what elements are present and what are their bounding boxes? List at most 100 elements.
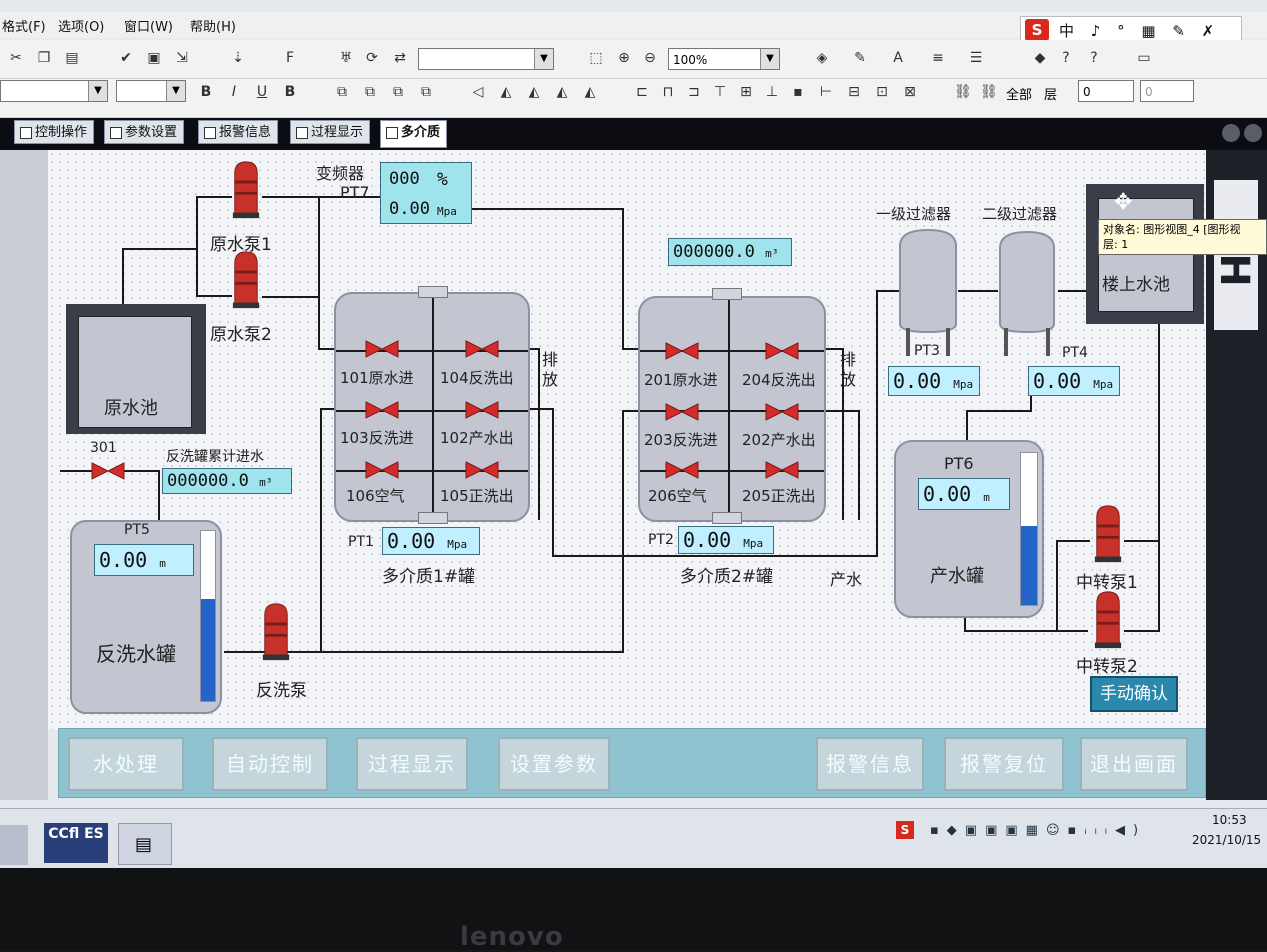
chevron-down-icon[interactable]: ▼ — [88, 81, 107, 101]
valve-103-icon[interactable] — [364, 400, 400, 420]
valve-203-icon[interactable] — [664, 402, 700, 422]
valve-101-icon[interactable] — [364, 339, 400, 359]
same-size-icon[interactable]: ⊠ — [902, 84, 918, 100]
align-right-icon[interactable]: ⊐ — [686, 84, 702, 100]
tank2-pressure-display[interactable]: 0.00 Mpa — [678, 526, 774, 554]
copy-icon[interactable]: ❐ — [36, 50, 52, 66]
align-icon[interactable]: ⇣ — [230, 50, 246, 66]
rotate-left-icon[interactable]: ◁ — [470, 84, 486, 100]
tray-icons[interactable]: ▪◆▣▣▣▦☺▪ᵢₗₗ◀) — [930, 823, 1146, 838]
dash-style-icon[interactable]: ☰ — [968, 50, 984, 66]
tab-multimedia[interactable]: 多介质 — [380, 120, 448, 148]
underline-icon[interactable]: U — [254, 84, 270, 100]
valve-106-icon[interactable] — [364, 460, 400, 480]
line-color-icon[interactable]: ✎ — [852, 50, 868, 66]
backwash-total-display[interactable]: 000000.0 m³ — [162, 468, 292, 494]
align-top-icon[interactable]: ⊤ — [712, 84, 728, 100]
menu-format[interactable]: 格式(F) — [2, 16, 46, 35]
mirror-icon[interactable]: ◭ — [582, 84, 598, 100]
style-dropdown[interactable]: ▼ — [418, 48, 554, 70]
filter-1-vessel[interactable] — [896, 228, 960, 358]
backwash-tank[interactable]: PT5 0.00 m 反洗水罐 — [70, 520, 222, 714]
process-display-button[interactable]: 过程显示 — [356, 737, 468, 791]
binoculars-icon[interactable]: ♅ — [338, 50, 354, 66]
menu-options[interactable]: 选项(O) — [58, 16, 104, 35]
align-bottom-icon[interactable]: ⊥ — [764, 84, 780, 100]
line-style-icon[interactable]: ≡ — [930, 50, 946, 66]
flip-vertical-icon[interactable]: ◭ — [554, 84, 570, 100]
refresh-icon[interactable]: ⟳ — [364, 50, 380, 66]
split-icon[interactable]: ⧉ — [418, 84, 434, 100]
backwash-pump-icon[interactable] — [258, 602, 294, 662]
layer-spinner[interactable]: 0 — [1078, 80, 1134, 102]
align-left-icon[interactable]: ⊏ — [634, 84, 650, 100]
ime-status[interactable]: 中 ♪ ° ▦ ✎ ✗ — [1059, 20, 1220, 41]
flip-icon[interactable]: ◭ — [498, 84, 514, 100]
flow-total-display[interactable]: 000000.0 m³ — [668, 238, 792, 266]
ccfles-app-button[interactable]: CCfl ES — [44, 823, 108, 863]
chevron-down-icon[interactable]: ▼ — [534, 49, 553, 69]
all-label[interactable]: 全部 — [1006, 84, 1032, 103]
sogou-icon[interactable]: S — [1025, 19, 1049, 41]
taskbar-app-icon[interactable] — [0, 825, 28, 865]
help-icon[interactable]: ? — [1058, 50, 1074, 66]
valve-202-icon[interactable] — [764, 402, 800, 422]
sogou-tray-icon[interactable]: S — [896, 821, 914, 839]
taskbar-window-button[interactable]: ▤ — [118, 823, 172, 865]
font-name-dropdown[interactable]: ▼ — [0, 80, 108, 102]
text-color-icon[interactable]: A — [890, 50, 906, 66]
menu-window[interactable]: 窗口(W) — [124, 16, 173, 35]
raw-pump-2-icon[interactable] — [228, 250, 264, 310]
alarm-info-button[interactable]: 报警信息 — [816, 737, 924, 791]
link-icon[interactable]: ⛓ — [954, 84, 972, 100]
valve-102-icon[interactable] — [464, 400, 500, 420]
window-icon[interactable]: ▭ — [1136, 50, 1152, 66]
tank1-pressure-display[interactable]: 0.00 Mpa — [382, 527, 480, 555]
border-icon[interactable]: B — [282, 84, 298, 100]
same-height-icon[interactable]: ⊡ — [874, 84, 890, 100]
zoom-dropdown[interactable]: 100% ▼ — [668, 48, 780, 70]
align-middle-icon[interactable]: ⊞ — [738, 84, 754, 100]
valve-205-icon[interactable] — [764, 460, 800, 480]
font-size-dropdown[interactable]: ▼ — [116, 80, 186, 102]
shape-icon[interactable]: ◆ — [1032, 50, 1048, 66]
exit-screen-button[interactable]: 退出画面 — [1080, 737, 1188, 791]
bold-icon[interactable]: B — [198, 84, 214, 100]
water-treatment-button[interactable]: 水处理 — [68, 737, 184, 791]
transfer-pump-1-icon[interactable] — [1090, 504, 1126, 564]
spacing-icon[interactable]: ⊢ — [818, 84, 834, 100]
save-icon[interactable]: ▣ — [146, 50, 162, 66]
chevron-down-icon[interactable]: ▼ — [166, 81, 185, 101]
valve-105-icon[interactable] — [464, 460, 500, 480]
align-center-icon[interactable]: ⊓ — [660, 84, 676, 100]
filter-2-vessel[interactable] — [996, 230, 1058, 358]
zoom-out-icon[interactable]: ⊖ — [642, 50, 658, 66]
tab-process-display[interactable]: 过程显示 — [290, 120, 371, 144]
clock-time[interactable]: 10:53 — [1212, 813, 1247, 827]
scroll-right-icon[interactable] — [1244, 124, 1262, 142]
tab-alarm-info[interactable]: 报警信息 — [198, 120, 279, 144]
chevron-down-icon[interactable]: ▼ — [760, 49, 779, 69]
fill-color-icon[interactable]: ◈ — [814, 50, 830, 66]
group-icon[interactable]: ⧉ — [334, 84, 350, 100]
set-parameters-button[interactable]: 设置参数 — [498, 737, 610, 791]
backwash-tank-level-display[interactable]: 0.00 m — [94, 544, 194, 576]
unlink-icon[interactable]: ⛓ — [980, 84, 998, 100]
vfd-display[interactable]: 000 % 0.00 Mpa — [380, 162, 472, 224]
zoom-in-icon[interactable]: ⊕ — [616, 50, 632, 66]
distribute-icon[interactable]: ▪ — [790, 84, 806, 100]
alarm-reset-button[interactable]: 报警复位 — [944, 737, 1064, 791]
clock-date[interactable]: 2021/10/15 — [1192, 833, 1261, 847]
valve-104-icon[interactable] — [464, 339, 500, 359]
filter-2-pressure-display[interactable]: 0.00 Mpa — [1028, 366, 1120, 396]
scroll-left-icon[interactable] — [1222, 124, 1240, 142]
combine-icon[interactable]: ⧉ — [390, 84, 406, 100]
flip-horizontal-icon[interactable]: ◭ — [526, 84, 542, 100]
tab-parameter-settings[interactable]: 参数设置 — [104, 120, 185, 144]
select-area-icon[interactable]: ⬚ — [588, 50, 604, 66]
menu-help[interactable]: 帮助(H) — [190, 16, 236, 35]
valve-301-icon[interactable] — [90, 461, 126, 481]
valve-206-icon[interactable] — [664, 460, 700, 480]
raw-pump-1-icon[interactable] — [228, 160, 264, 220]
italic-icon[interactable]: I — [226, 84, 242, 100]
